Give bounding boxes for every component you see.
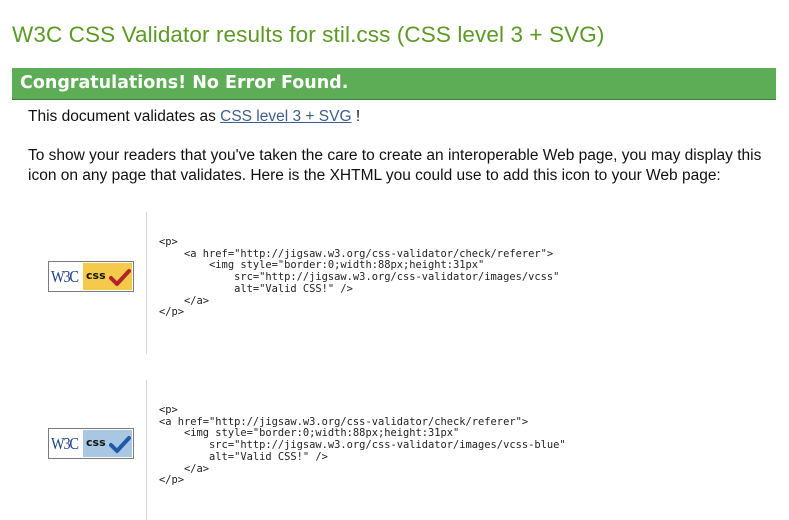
badge-instructions: To show your readers that you've taken t… (28, 147, 762, 184)
page-title: W3C CSS Validator results for stil.css (… (12, 22, 605, 47)
badge-css-label: css (86, 269, 106, 282)
validation-statement: This document validates as CSS level 3 +… (28, 108, 360, 126)
code-divider (146, 212, 147, 354)
badge-html-snippet: <p> <a href="http://jigsaw.w3.org/css-va… (159, 404, 566, 487)
success-message: Congratulations! No Error Found. (20, 73, 349, 93)
badge-css-label: css (86, 436, 106, 449)
w3c-logo-text: W3C (51, 434, 79, 453)
checkmark-icon (109, 436, 131, 453)
css-profile-link[interactable]: CSS level 3 + SVG (220, 108, 351, 125)
code-divider (146, 380, 147, 520)
valid-css-badge-icon: W3C css (48, 261, 134, 292)
validation-prefix: This document validates as (28, 108, 221, 125)
valid-css-blue-badge-icon: W3C css (48, 428, 134, 459)
checkmark-icon (109, 269, 131, 286)
success-banner: Congratulations! No Error Found. (12, 68, 776, 100)
w3c-logo-text: W3C (51, 267, 79, 286)
badge-html-snippet: <p> <a href="http://jigsaw.w3.org/css-va… (159, 236, 560, 319)
validation-suffix: ! (351, 108, 361, 125)
